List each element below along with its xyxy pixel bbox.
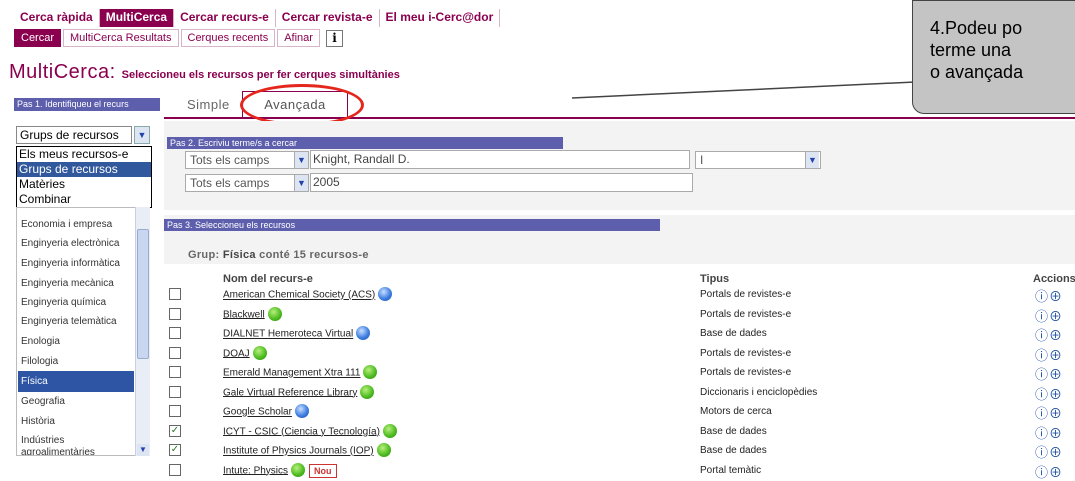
instruction-callout: 4.Podeu po terme una o avançada	[912, 0, 1075, 114]
multicerca-screen: { "top_tabs": ["Cerca ràpida", "MultiCer…	[0, 0, 1075, 481]
